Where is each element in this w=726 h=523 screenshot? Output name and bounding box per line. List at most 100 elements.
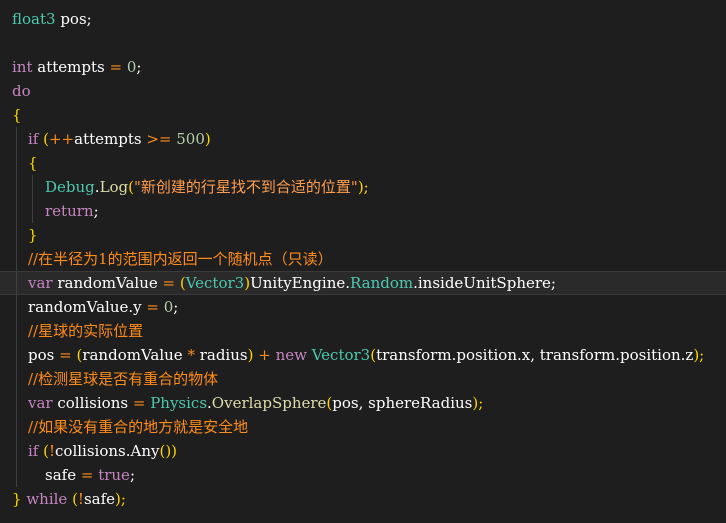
token-operator: = <box>146 298 159 316</box>
code-line-3: int attempts = 0; <box>0 55 726 79</box>
token-type: Random <box>350 274 414 292</box>
token-operator: = <box>162 274 176 292</box>
code-line-7: { <box>0 151 726 175</box>
token-number: 500 <box>171 130 205 148</box>
token-text: pos; <box>55 10 92 28</box>
code-line-12-current: var randomValue = (Vector3)UnityEngine.R… <box>0 271 726 295</box>
indent-guide <box>16 439 17 463</box>
token-keyword: true <box>93 466 130 484</box>
token-number: 0 <box>158 298 174 316</box>
token-type: Vector3 <box>306 346 371 364</box>
token-text: collisions.Any <box>55 442 160 460</box>
token-text: pos <box>28 346 60 364</box>
token-text: safe <box>83 490 116 508</box>
indent-guide <box>16 247 17 271</box>
token-text: ; <box>550 274 556 292</box>
token-paren: ( <box>38 130 49 148</box>
token-type: float3 <box>12 10 56 28</box>
token-keyword: do <box>12 82 31 100</box>
code-line-19: if (!collisions.Any()) <box>0 439 726 463</box>
token-text: ; <box>129 466 135 484</box>
token-keyword: var <box>28 394 53 412</box>
token-text: ; <box>173 298 179 316</box>
token-function: Log <box>99 178 129 196</box>
code-line-14: //星球的实际位置 <box>0 319 726 343</box>
indent-guide <box>16 151 17 175</box>
token-brace: } <box>28 226 38 244</box>
token-number: 0 <box>122 58 137 76</box>
token-comment: //检测星球是否有重合的物体 <box>28 370 219 388</box>
code-line-20: safe = true; <box>0 463 726 487</box>
token-keyword: return <box>45 202 94 220</box>
token-text: attempts <box>32 58 110 76</box>
token-text: safe <box>45 466 81 484</box>
token-paren: ()) <box>159 442 178 460</box>
code-line-15: pos = (randomValue * radius) + new Vecto… <box>0 343 726 367</box>
indent-guide <box>16 223 17 247</box>
token-string: "新创建的行星找不到合适的位置" <box>134 178 358 196</box>
indent-guide <box>16 463 17 487</box>
token-paren: ); <box>115 490 126 508</box>
code-line-21: } while (!safe); <box>0 487 726 511</box>
indent-guide <box>16 367 17 391</box>
token-paren: ) <box>204 130 211 148</box>
token-operator: = <box>80 466 94 484</box>
indent-guide <box>16 127 17 151</box>
token-text: .insideUnitSphere <box>413 274 551 292</box>
token-operator: = <box>109 58 123 76</box>
token-text: UnityEngine. <box>250 274 350 292</box>
token-comment: //在半径为1的范围内返回一个随机点（只读） <box>28 250 333 268</box>
token-operator: >= <box>146 130 172 148</box>
code-line-11: //在半径为1的范围内返回一个随机点（只读） <box>0 247 726 271</box>
token-paren: ); <box>357 178 369 196</box>
code-line-4: do <box>0 79 726 103</box>
token-paren: ); <box>472 394 484 412</box>
token-type: Vector3 <box>185 274 245 292</box>
token-text: collisions <box>52 394 133 412</box>
code-line-1: float3 pos; <box>0 7 726 31</box>
indent-guide <box>16 391 17 415</box>
token-type: Physics <box>145 394 208 412</box>
code-line-17: var collisions = Physics.OverlapSphere(p… <box>0 391 726 415</box>
token-paren: ( <box>67 490 78 508</box>
token-text: attempts <box>74 130 147 148</box>
token-text: radius <box>194 346 248 364</box>
code-line-16: //检测星球是否有重合的物体 <box>0 367 726 391</box>
token-operator: + <box>253 346 271 364</box>
indent-guide <box>16 295 17 319</box>
token-keyword: new <box>270 346 307 364</box>
token-operator: * <box>187 346 195 364</box>
indent-guide <box>16 199 17 223</box>
token-brace: } <box>12 490 22 508</box>
token-text: transform.position.x, transform.position… <box>376 346 694 364</box>
token-text: pos, sphereRadius <box>332 394 473 412</box>
token-keyword: int <box>12 58 33 76</box>
code-line-13: randomValue.y = 0; <box>0 295 726 319</box>
token-paren: ( <box>38 442 49 460</box>
token-type: Debug <box>45 178 95 196</box>
token-text: randomValue <box>52 274 163 292</box>
code-line-6: if (++attempts >= 500) <box>0 127 726 151</box>
indent-guide <box>16 415 17 439</box>
indent-guide <box>16 175 17 199</box>
indent-guide <box>16 343 17 367</box>
code-line-10: } <box>0 223 726 247</box>
token-keyword: if <box>28 442 39 460</box>
indent-guide <box>16 272 17 294</box>
code-line-8: Debug.Log("新创建的行星找不到合适的位置"); <box>0 175 726 199</box>
code-line-5: { <box>0 103 726 127</box>
token-text: randomValue.y <box>28 298 147 316</box>
token-brace: { <box>28 154 38 172</box>
token-operator: = <box>132 394 146 412</box>
code-line-18: //如果没有重合的地方就是安全地 <box>0 415 726 439</box>
token-comment: //星球的实际位置 <box>28 322 144 340</box>
token-keyword: var <box>28 274 53 292</box>
code-editor[interactable]: float3 pos; int attempts = 0; do { if (+… <box>0 0 726 523</box>
token-function: OverlapSphere <box>211 394 327 412</box>
indent-guide <box>32 175 33 199</box>
indent-guide <box>16 319 17 343</box>
token-comment: //如果没有重合的地方就是安全地 <box>28 418 249 436</box>
token-paren: ); <box>693 346 705 364</box>
indent-guide <box>32 199 33 223</box>
